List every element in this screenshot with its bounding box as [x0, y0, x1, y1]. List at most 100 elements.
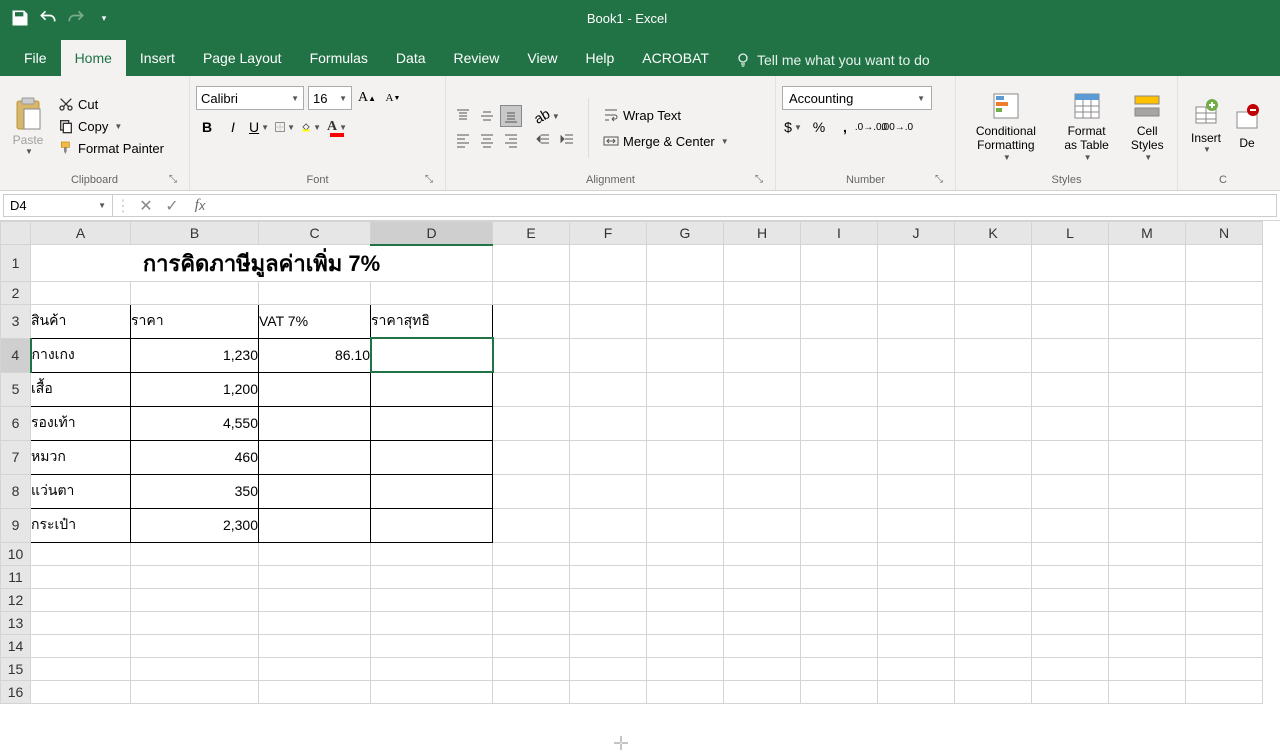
tab-file[interactable]: File: [10, 40, 61, 76]
decrease-indent-icon[interactable]: [532, 129, 554, 151]
cell-styles-button[interactable]: Cell Styles▼: [1123, 88, 1171, 164]
row-11: 11: [1, 565, 1263, 588]
worksheet-grid[interactable]: A B C D E F G H I J K L M N 1 การคิดภาษี…: [0, 221, 1280, 704]
delete-cells-button[interactable]: De: [1232, 100, 1262, 152]
cell-A4[interactable]: กางเกง: [31, 338, 131, 372]
row-header-2[interactable]: 2: [1, 281, 31, 304]
row-header-1[interactable]: 1: [1, 245, 31, 282]
clipboard-launcher-icon[interactable]: ⤡: [167, 173, 179, 185]
cut-button[interactable]: Cut: [54, 94, 168, 114]
tab-help[interactable]: Help: [572, 40, 629, 76]
qat-customize-icon[interactable]: ▾: [94, 8, 114, 28]
undo-icon[interactable]: [38, 8, 58, 28]
row-header-9[interactable]: 9: [1, 508, 31, 542]
alignment-launcher-icon[interactable]: ⤡: [753, 173, 765, 185]
col-header-L[interactable]: L: [1032, 222, 1109, 245]
row-header-7[interactable]: 7: [1, 440, 31, 474]
align-right-icon[interactable]: [500, 129, 522, 151]
insert-icon: [1190, 97, 1222, 129]
cell-D3[interactable]: ราคาสุทธิ: [371, 304, 493, 338]
borders-button[interactable]: ▼: [274, 116, 296, 138]
window-title: Book1 - Excel: [114, 11, 1140, 26]
accounting-format-button[interactable]: $▼: [782, 116, 804, 138]
number-format-combo[interactable]: Accounting▼: [782, 86, 932, 110]
font-launcher-icon[interactable]: ⤡: [423, 173, 435, 185]
paste-button[interactable]: Paste ▼: [6, 97, 50, 156]
increase-decimal-icon[interactable]: .0→.00: [860, 116, 882, 138]
col-header-J[interactable]: J: [878, 222, 955, 245]
row-header-8[interactable]: 8: [1, 474, 31, 508]
tab-home[interactable]: Home: [61, 40, 126, 76]
col-header-N[interactable]: N: [1186, 222, 1263, 245]
col-header-H[interactable]: H: [724, 222, 801, 245]
percent-format-button[interactable]: %: [808, 116, 830, 138]
align-left-icon[interactable]: [452, 129, 474, 151]
orientation-button[interactable]: ab▼: [532, 105, 562, 127]
name-box[interactable]: D4▼: [3, 194, 113, 217]
tab-page-layout[interactable]: Page Layout: [189, 40, 296, 76]
font-color-button[interactable]: A ▼: [326, 116, 348, 138]
number-launcher-icon[interactable]: ⤡: [933, 173, 945, 185]
increase-indent-icon[interactable]: [556, 129, 578, 151]
fx-icon[interactable]: fx: [185, 194, 215, 217]
wrap-text-button[interactable]: Wrap Text: [599, 105, 733, 125]
comma-format-button[interactable]: ,: [834, 116, 856, 138]
align-bottom-icon[interactable]: [500, 105, 522, 127]
copy-button[interactable]: Copy ▼: [54, 116, 168, 136]
bold-button[interactable]: B: [196, 116, 218, 138]
format-as-table-button[interactable]: Format as Table▼: [1054, 88, 1120, 164]
increase-font-icon[interactable]: A▲: [356, 87, 378, 109]
cell-A1[interactable]: การคิดภาษีมูลค่าเพิ่ม 7%: [31, 245, 493, 282]
row-header-6[interactable]: 6: [1, 406, 31, 440]
format-painter-button[interactable]: Format Painter: [54, 138, 168, 158]
cell-B4[interactable]: 1,230: [131, 338, 259, 372]
cell-B3[interactable]: ราคา: [131, 304, 259, 338]
row-2: 2: [1, 281, 1263, 304]
enter-formula-icon[interactable]: ✓: [159, 196, 185, 216]
cell-C3[interactable]: VAT 7%: [259, 304, 371, 338]
decrease-font-icon[interactable]: A▼: [382, 87, 404, 109]
font-size-combo[interactable]: 16▼: [308, 86, 352, 110]
italic-button[interactable]: I: [222, 116, 244, 138]
col-header-K[interactable]: K: [955, 222, 1032, 245]
formula-input[interactable]: [215, 194, 1277, 217]
col-header-M[interactable]: M: [1109, 222, 1186, 245]
align-top-icon[interactable]: [452, 105, 474, 127]
col-header-C[interactable]: C: [259, 222, 371, 245]
merge-center-button[interactable]: Merge & Center▼: [599, 131, 733, 151]
save-icon[interactable]: [10, 8, 30, 28]
decrease-decimal-icon[interactable]: .00→.0: [886, 116, 908, 138]
col-header-E[interactable]: E: [493, 222, 570, 245]
font-name-combo[interactable]: Calibri▼: [196, 86, 304, 110]
col-header-G[interactable]: G: [647, 222, 724, 245]
redo-icon[interactable]: [66, 8, 86, 28]
tab-review[interactable]: Review: [440, 40, 514, 76]
borders-icon: [275, 119, 285, 135]
select-all-corner[interactable]: [1, 222, 31, 245]
row-header-5[interactable]: 5: [1, 372, 31, 406]
col-header-D[interactable]: D: [371, 222, 493, 245]
cell-A3[interactable]: สินค้า: [31, 304, 131, 338]
fill-color-button[interactable]: ▼: [300, 116, 322, 138]
tab-insert[interactable]: Insert: [126, 40, 189, 76]
col-header-B[interactable]: B: [131, 222, 259, 245]
align-middle-icon[interactable]: [476, 105, 498, 127]
cell-D4[interactable]: [371, 338, 493, 372]
formula-bar: D4▼ ⋮ ✕ ✓ fx: [0, 191, 1280, 221]
tell-me-search[interactable]: Tell me what you want to do: [723, 44, 942, 76]
conditional-formatting-button[interactable]: Conditional Formatting▼: [962, 88, 1050, 164]
insert-cells-button[interactable]: Insert▼: [1184, 95, 1228, 157]
cancel-formula-icon[interactable]: ✕: [133, 196, 159, 216]
tab-data[interactable]: Data: [382, 40, 440, 76]
cell-C4[interactable]: 86.10: [259, 338, 371, 372]
tab-acrobat[interactable]: ACROBAT: [628, 40, 723, 76]
row-header-4[interactable]: 4: [1, 338, 31, 372]
align-center-icon[interactable]: [476, 129, 498, 151]
tab-formulas[interactable]: Formulas: [296, 40, 382, 76]
row-header-3[interactable]: 3: [1, 304, 31, 338]
col-header-A[interactable]: A: [31, 222, 131, 245]
underline-button[interactable]: U▼: [248, 116, 270, 138]
col-header-F[interactable]: F: [570, 222, 647, 245]
col-header-I[interactable]: I: [801, 222, 878, 245]
tab-view[interactable]: View: [513, 40, 571, 76]
